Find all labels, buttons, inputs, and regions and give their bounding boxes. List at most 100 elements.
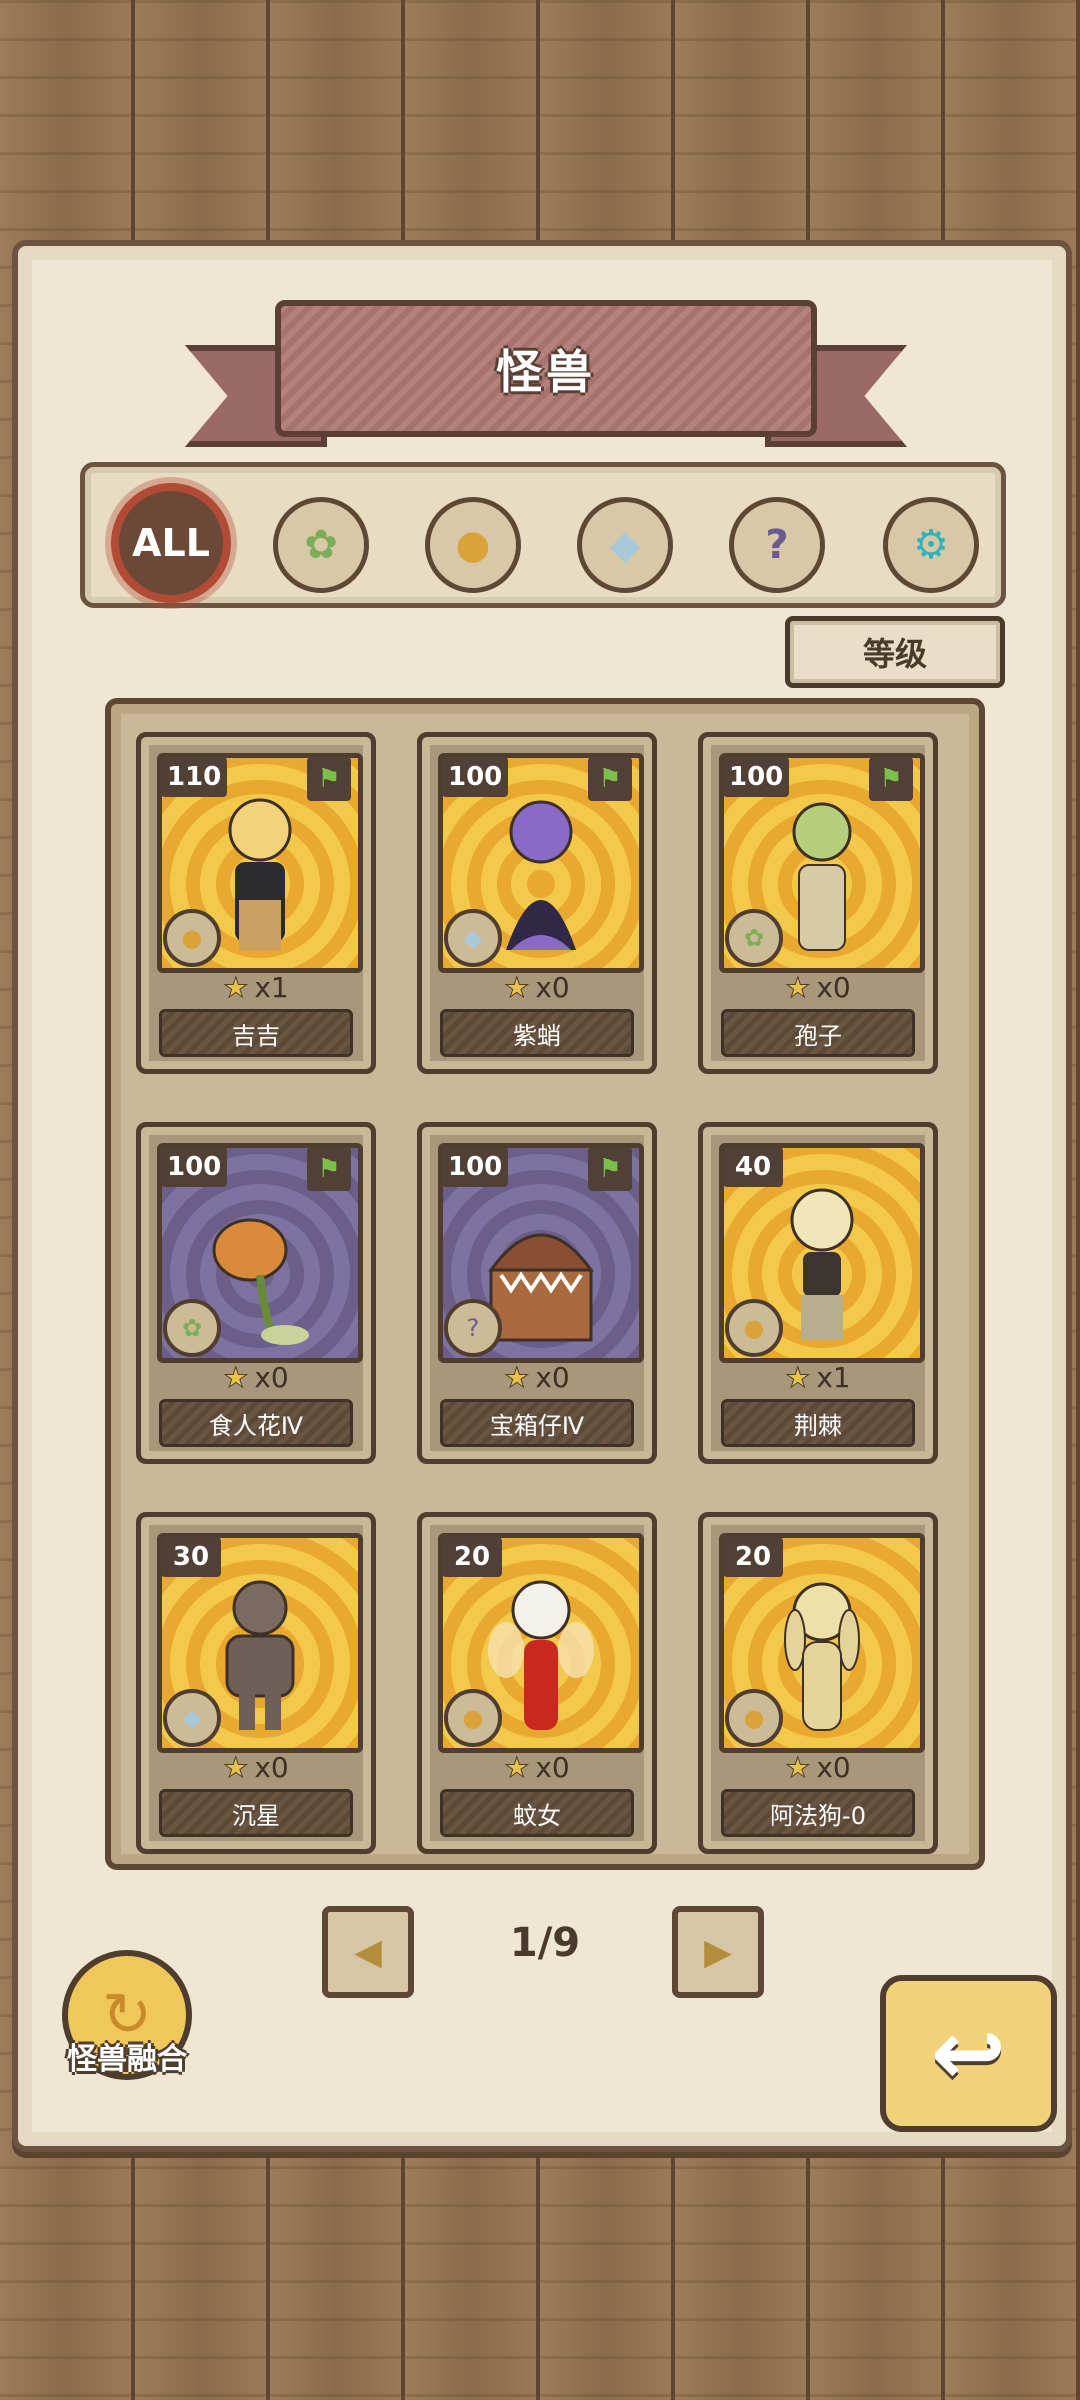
back-arrow-icon: ↩ bbox=[930, 2001, 1007, 2106]
monster-portrait bbox=[212, 1218, 309, 1345]
star-icon: ★ bbox=[504, 1751, 530, 1785]
flag-icon: ⚑ bbox=[588, 757, 632, 801]
filter-question-button[interactable]: ? bbox=[729, 497, 825, 593]
monster-portrait bbox=[790, 1188, 854, 1340]
level-badge: 100 bbox=[442, 757, 509, 797]
flag-icon: ⚑ bbox=[869, 757, 913, 801]
star-count: ★ x0 bbox=[422, 1751, 652, 1785]
sort-level-button[interactable]: 等级 bbox=[785, 616, 1005, 688]
monster-name: 沉星 bbox=[159, 1789, 353, 1837]
monster-portrait bbox=[488, 1580, 594, 1730]
filter-leaf-button[interactable]: ✿ bbox=[273, 497, 369, 593]
count-text: x0 bbox=[254, 1751, 289, 1784]
gear-icon: ⚙ bbox=[913, 522, 949, 568]
count-text: x0 bbox=[535, 1751, 570, 1784]
star-icon: ★ bbox=[785, 1361, 811, 1395]
fusion-button[interactable]: ↻ 怪兽融合 bbox=[56, 1950, 192, 2080]
star-icon: ★ bbox=[785, 971, 811, 1005]
filter-paw-button[interactable]: ● bbox=[425, 497, 521, 593]
monster-card[interactable]: 100 ⚑ ◆ ★ x0 紫蛸 bbox=[417, 732, 657, 1074]
paw-icon: ● bbox=[725, 1299, 783, 1357]
filter-all-button[interactable]: ALL bbox=[111, 483, 231, 603]
crystal-icon: ◆ bbox=[609, 522, 641, 568]
monster-portrait bbox=[228, 798, 292, 950]
star-count: ★ x0 bbox=[141, 1751, 371, 1785]
star-icon: ★ bbox=[223, 971, 249, 1005]
star-icon: ★ bbox=[504, 1361, 530, 1395]
level-badge: 40 bbox=[723, 1147, 783, 1187]
monster-portrait bbox=[488, 1233, 594, 1342]
level-badge: 100 bbox=[442, 1147, 509, 1187]
level-badge: 100 bbox=[161, 1147, 228, 1187]
monster-card[interactable]: 100 ⚑ ✿ ★ x0 孢子 bbox=[698, 732, 938, 1074]
monster-card[interactable]: 110 ⚑ ● ★ x1 吉吉 bbox=[136, 732, 376, 1074]
monster-name: 宝箱仔Ⅳ bbox=[440, 1399, 634, 1447]
monster-name: 荆棘 bbox=[721, 1399, 915, 1447]
filter-gear-button[interactable]: ⚙ bbox=[883, 497, 979, 593]
leaf-icon: ✿ bbox=[725, 909, 783, 967]
star-count: ★ x0 bbox=[422, 1361, 652, 1395]
crystal-icon: ◆ bbox=[444, 909, 502, 967]
star-icon: ★ bbox=[504, 971, 530, 1005]
filter-crystal-button[interactable]: ◆ bbox=[577, 497, 673, 593]
monster-name: 蚊女 bbox=[440, 1789, 634, 1837]
count-text: x0 bbox=[816, 1751, 851, 1784]
count-text: x0 bbox=[816, 971, 851, 1004]
monster-card[interactable]: 40 ● ★ x1 荆棘 bbox=[698, 1122, 938, 1464]
star-icon: ★ bbox=[223, 1361, 249, 1395]
star-count: ★ x0 bbox=[703, 1751, 933, 1785]
star-count: ★ x0 bbox=[141, 1361, 371, 1395]
question-icon: ? bbox=[765, 522, 789, 568]
monster-card[interactable]: 100 ⚑ ✿ ★ x0 食人花Ⅳ bbox=[136, 1122, 376, 1464]
monster-portrait bbox=[784, 1582, 860, 1731]
fusion-label: 怪兽融合 bbox=[67, 2042, 187, 2077]
paw-icon: ● bbox=[444, 1689, 502, 1747]
back-button[interactable]: ↩ bbox=[880, 1975, 1057, 2132]
paw-icon: ● bbox=[455, 522, 491, 568]
monster-name: 吉吉 bbox=[159, 1009, 353, 1057]
page-indicator: 1/9 bbox=[509, 1920, 581, 1966]
star-count: ★ x1 bbox=[141, 971, 371, 1005]
prev-page-button[interactable]: ◀ bbox=[322, 1906, 414, 1998]
monster-portrait bbox=[225, 1580, 295, 1730]
flag-icon: ⚑ bbox=[307, 757, 351, 801]
count-text: x1 bbox=[254, 971, 289, 1004]
filter-bar: ALL ✿ ● ◆ ? ⚙ bbox=[80, 462, 1006, 608]
star-icon: ★ bbox=[785, 1751, 811, 1785]
crystal-icon: ◆ bbox=[163, 1689, 221, 1747]
leaf-icon: ✿ bbox=[163, 1299, 221, 1357]
page-title: 怪兽 bbox=[496, 344, 596, 399]
monster-card[interactable]: 100 ⚑ ? ★ x0 宝箱仔Ⅳ bbox=[417, 1122, 657, 1464]
star-count: ★ x0 bbox=[422, 971, 652, 1005]
monster-card[interactable]: 30 ◆ ★ x0 沉星 bbox=[136, 1512, 376, 1854]
chevron-left-icon: ◀ bbox=[354, 1931, 382, 1973]
star-count: ★ x0 bbox=[703, 971, 933, 1005]
monster-card[interactable]: 20 ● ★ x0 阿法狗-0 bbox=[698, 1512, 938, 1854]
count-text: x1 bbox=[816, 1361, 851, 1394]
monster-name: 孢子 bbox=[721, 1009, 915, 1057]
monster-portrait bbox=[506, 800, 576, 950]
card-grid: 110 ⚑ ● ★ x1 吉吉 100 ⚑ ◆ ★ x0 紫蛸 100 ⚑ ✿ ★ x… bbox=[105, 698, 985, 1870]
paw-icon: ● bbox=[163, 909, 221, 967]
title-banner: 怪兽 bbox=[275, 300, 817, 437]
level-badge: 20 bbox=[442, 1537, 502, 1577]
monster-name: 阿法狗-0 bbox=[721, 1789, 915, 1837]
flag-icon: ⚑ bbox=[307, 1147, 351, 1191]
star-count: ★ x1 bbox=[703, 1361, 933, 1395]
level-badge: 110 bbox=[161, 757, 228, 797]
level-badge: 20 bbox=[723, 1537, 783, 1577]
count-text: x0 bbox=[535, 971, 570, 1004]
count-text: x0 bbox=[535, 1361, 570, 1394]
sort-label: 等级 bbox=[862, 635, 927, 673]
next-page-button[interactable]: ▶ bbox=[672, 1906, 764, 1998]
monster-name: 食人花Ⅳ bbox=[159, 1399, 353, 1447]
monster-card[interactable]: 20 ● ★ x0 蚊女 bbox=[417, 1512, 657, 1854]
leaf-icon: ✿ bbox=[304, 522, 338, 568]
question-icon: ? bbox=[444, 1299, 502, 1357]
level-badge: 100 bbox=[723, 757, 790, 797]
filter-all-label: ALL bbox=[132, 521, 210, 565]
flag-icon: ⚑ bbox=[588, 1147, 632, 1191]
star-icon: ★ bbox=[223, 1751, 249, 1785]
level-badge: 30 bbox=[161, 1537, 221, 1577]
chevron-right-icon: ▶ bbox=[704, 1931, 732, 1973]
